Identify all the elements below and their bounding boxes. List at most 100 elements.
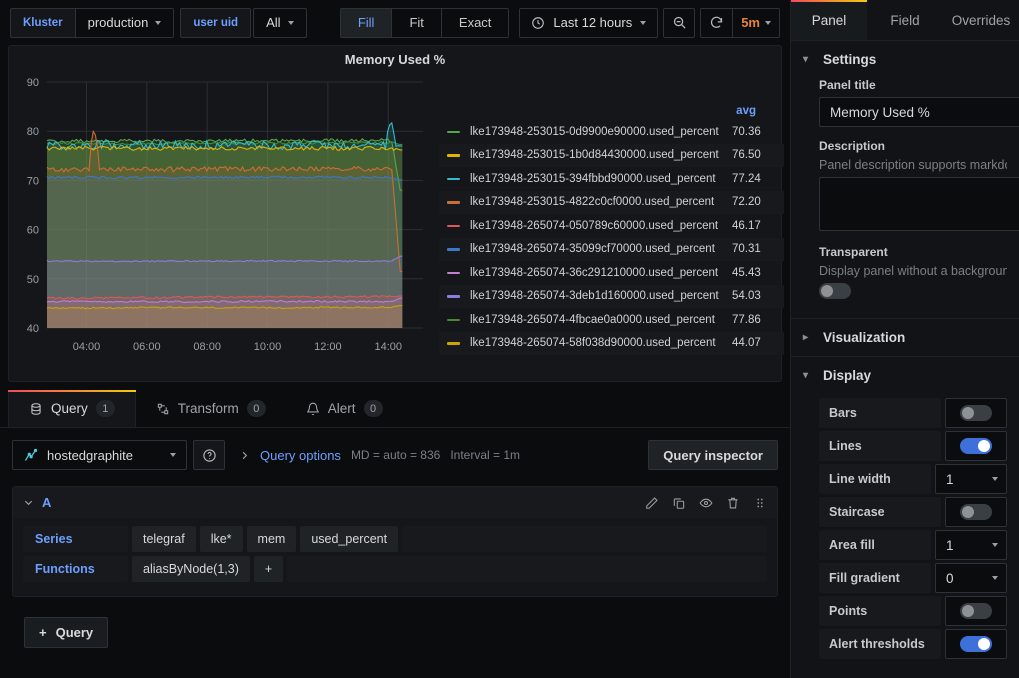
time-range-picker[interactable]: Last 12 hours — [519, 7, 659, 38]
chevron-down-icon — [640, 20, 647, 25]
query-inspector-button[interactable]: Query inspector — [648, 440, 778, 470]
display-option-toggle[interactable] — [960, 438, 992, 454]
section-visualization-title: Visualization — [823, 330, 906, 345]
chevron-down-icon[interactable] — [23, 497, 34, 508]
legend-item[interactable]: lke173948-253015-394fbbd90000.used_perce… — [439, 167, 784, 191]
series-tag-mem[interactable]: mem — [246, 526, 297, 552]
variable-value-text-kluster: production — [87, 15, 149, 30]
tab-transform[interactable]: Transform 0 — [136, 390, 286, 427]
query-options-link[interactable]: Query options — [260, 448, 341, 463]
query-options-bar: Query options MD = auto = 836 Interval =… — [231, 440, 642, 470]
variable-value-kluster[interactable]: production — [74, 7, 175, 38]
display-option-value: 1 — [946, 471, 954, 487]
legend-item[interactable]: lke173948-265074-36c291210000.used_perce… — [439, 261, 784, 285]
functions-row-filler — [287, 556, 767, 582]
section-display-header[interactable]: ▾ Display — [791, 357, 1019, 394]
timeseries-chart[interactable]: 40 50 60 70 80 90 04:00 06:00 08:00 10:00 12:00 14:… — [9, 70, 439, 370]
legend-color-swatch[interactable] — [447, 201, 460, 204]
pencil-icon[interactable] — [645, 496, 659, 510]
display-option-fill-gradient: Fill gradient 0 — [819, 563, 1007, 593]
legend-color-swatch[interactable] — [447, 248, 460, 251]
legend-item[interactable]: lke173948-265074-050789c60000.used_perce… — [439, 214, 784, 238]
display-option-toggle[interactable] — [960, 636, 992, 652]
series-tag-used-percent[interactable]: used_percent — [300, 526, 399, 552]
segment-fill[interactable]: Fill — [340, 8, 393, 37]
legend-color-swatch[interactable] — [447, 130, 460, 133]
chevron-down-icon: ▾ — [803, 370, 809, 381]
legend-color-swatch[interactable] — [447, 177, 460, 180]
eye-icon[interactable] — [699, 496, 713, 510]
legend-item[interactable]: lke173948-265074-3deb1d160000.used_perce… — [439, 284, 784, 308]
legend-series-avg: 70.31 — [732, 243, 761, 256]
legend-item[interactable]: lke173948-265074-58f038d90000.used_perce… — [439, 331, 784, 355]
tab-query[interactable]: Query 1 — [8, 390, 136, 427]
description-textarea[interactable] — [819, 177, 1019, 231]
series-tag-telegraf[interactable]: telegraf — [132, 526, 196, 552]
legend-header-avg[interactable]: avg — [439, 105, 784, 120]
legend-color-swatch[interactable] — [447, 342, 460, 345]
legend-item[interactable]: lke173948-265074-35099cf70000.used_perce… — [439, 237, 784, 261]
display-option-toggle[interactable] — [960, 405, 992, 421]
legend-series-name: lke173948-253015-4822c0cf0000.used_perce… — [470, 196, 715, 209]
tab-field[interactable]: Field — [867, 0, 943, 40]
legend-item[interactable]: lke173948-253015-1b0d84430000.used_perce… — [439, 143, 784, 167]
display-options-list: Bars Lines Line width 1 Staircase Area fill 1 F… — [791, 398, 1019, 662]
display-option-select[interactable]: 1 — [935, 464, 1007, 494]
add-query-button[interactable]: + Query — [24, 617, 109, 648]
copy-icon[interactable] — [672, 496, 686, 510]
datasource-help-button[interactable] — [193, 440, 225, 470]
segment-fit[interactable]: Fit — [392, 8, 442, 37]
legend-item[interactable]: lke173948-265074-4fbcae0a0000.used_perce… — [439, 308, 784, 332]
display-option-points: Points — [819, 596, 1007, 626]
refresh-button[interactable] — [701, 8, 733, 37]
tab-panel[interactable]: Panel — [791, 0, 867, 40]
series-tag-lke[interactable]: lke* — [199, 526, 243, 552]
svg-text:14:00: 14:00 — [374, 341, 402, 353]
display-option-toggle[interactable] — [960, 603, 992, 619]
template-variable-user-uid-label[interactable]: user uid — [180, 7, 252, 38]
chevron-right-icon[interactable] — [239, 450, 250, 461]
query-ref-id[interactable]: A — [42, 495, 51, 510]
tab-alert[interactable]: Alert 0 — [286, 390, 403, 427]
svg-text:70: 70 — [27, 175, 39, 187]
segment-exact[interactable]: Exact — [441, 8, 509, 37]
datasource-name: hostedgraphite — [47, 447, 134, 463]
legend-item[interactable]: lke173948-253015-0d9900e90000.used_perce… — [439, 120, 784, 144]
chevron-right-icon: ▸ — [803, 332, 809, 343]
add-function-button[interactable]: + — [253, 556, 284, 582]
display-option-toggle[interactable] — [960, 504, 992, 520]
display-option-select[interactable]: 1 — [935, 530, 1007, 560]
legend-series-avg: 44.07 — [732, 337, 761, 350]
template-variable-kluster[interactable]: Kluster production — [10, 7, 175, 38]
display-option-label: Lines — [819, 431, 941, 461]
transparent-toggle[interactable] — [819, 283, 851, 299]
graph-plot-area[interactable]: 40 50 60 70 80 90 04:00 06:00 08:00 10:00 12:00 14:… — [9, 70, 784, 370]
display-option-select[interactable]: 0 — [935, 563, 1007, 593]
panel-scale-segment-group: Fill Fit Exact — [339, 7, 510, 38]
variable-value-text-user-uid: All — [266, 15, 281, 30]
zoom-out-button[interactable] — [663, 7, 696, 38]
template-variable-user-uid[interactable]: All — [253, 7, 307, 38]
datasource-picker[interactable]: hostedgraphite — [12, 440, 187, 470]
legend-color-swatch[interactable] — [447, 271, 460, 274]
tab-overrides[interactable]: Overrides — [943, 0, 1019, 40]
panel-title-input[interactable] — [819, 97, 1019, 127]
tab-query-count: 1 — [95, 400, 115, 417]
refresh-interval-dropdown[interactable]: 5m — [732, 8, 779, 37]
legend-color-swatch[interactable] — [447, 154, 460, 157]
drag-handle-icon[interactable] — [753, 496, 767, 510]
section-settings-header[interactable]: ▾ Settings — [791, 41, 1019, 78]
legend-series-name: lke173948-253015-0d9900e90000.used_perce… — [470, 125, 719, 138]
query-row-a: A Series telegraf lke* mem used_percent … — [12, 486, 778, 597]
trash-icon[interactable] — [726, 496, 740, 510]
display-option-control — [945, 596, 1007, 626]
legend-series-name: lke173948-265074-3deb1d160000.used_perce… — [470, 290, 719, 303]
legend-series-avg: 70.36 — [732, 125, 761, 138]
function-tag-aliasbynode[interactable]: aliasByNode(1,3) — [132, 556, 250, 582]
variable-value-user-uid[interactable]: All — [253, 7, 307, 38]
legend-color-swatch[interactable] — [447, 224, 460, 227]
legend-item[interactable]: lke173948-253015-4822c0cf0000.used_perce… — [439, 190, 784, 214]
legend-color-swatch[interactable] — [447, 295, 460, 298]
section-visualization-header[interactable]: ▸ Visualization — [791, 319, 1019, 356]
legend-color-swatch[interactable] — [447, 318, 460, 321]
